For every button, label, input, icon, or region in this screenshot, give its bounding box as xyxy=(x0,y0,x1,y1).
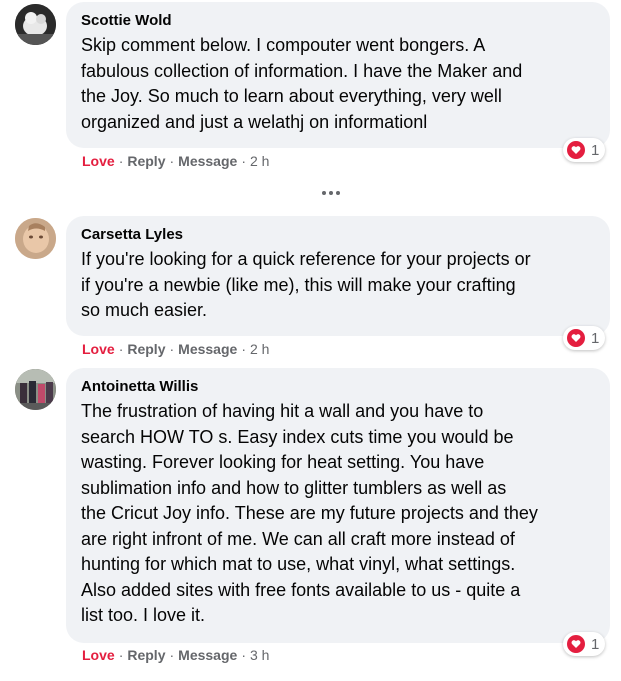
reaction-summary[interactable]: 1 xyxy=(563,632,606,656)
reaction-summary[interactable]: 1 xyxy=(563,326,606,350)
comment-text: Skip comment below. I compouter went bon… xyxy=(81,35,523,132)
timestamp[interactable]: 3 h xyxy=(250,647,269,663)
reaction-count: 1 xyxy=(591,141,600,159)
comment-bubble: Carsetta Lyles If you're looking for a q… xyxy=(66,216,610,336)
reaction-count: 1 xyxy=(591,329,600,347)
comment-actions: Love · Reply · Message · 2 h xyxy=(82,340,269,358)
heart-icon xyxy=(566,634,586,654)
message-button[interactable]: Message xyxy=(178,647,237,663)
reply-button[interactable]: Reply xyxy=(127,341,165,357)
reply-button[interactable]: Reply xyxy=(127,647,165,663)
comment-bubble: Scottie Wold Skip comment below. I compo… xyxy=(66,2,610,148)
comment-author[interactable]: Carsetta Lyles xyxy=(81,225,595,245)
more-horizontal-icon[interactable] xyxy=(318,183,344,203)
separator: · xyxy=(169,341,175,357)
separator: · xyxy=(241,647,246,663)
separator: · xyxy=(118,341,124,357)
reply-button[interactable]: Reply xyxy=(127,153,165,169)
avatar-photo xyxy=(15,218,56,259)
avatar[interactable] xyxy=(15,4,56,45)
comment-actions: Love · Reply · Message · 3 h xyxy=(82,646,269,664)
avatar[interactable] xyxy=(15,369,56,410)
separator: · xyxy=(169,153,175,169)
comment-text: If you're looking for a quick reference … xyxy=(81,249,531,320)
heart-icon xyxy=(566,140,586,160)
comment-author[interactable]: Scottie Wold xyxy=(81,11,595,31)
avatar-photo xyxy=(15,369,56,410)
comment-text: The frustration of having hit a wall and… xyxy=(81,401,538,625)
message-button[interactable]: Message xyxy=(178,341,237,357)
love-button[interactable]: Love xyxy=(82,341,115,357)
heart-icon xyxy=(566,328,586,348)
comment-author[interactable]: Antoinetta Willis xyxy=(81,377,595,397)
love-button[interactable]: Love xyxy=(82,647,115,663)
comment-actions: Love · Reply · Message · 2 h xyxy=(82,152,269,170)
separator: · xyxy=(118,153,124,169)
avatar-photo xyxy=(15,4,56,45)
separator: · xyxy=(241,341,246,357)
timestamp[interactable]: 2 h xyxy=(250,341,269,357)
comment-bubble: Antoinetta Willis The frustration of hav… xyxy=(66,368,610,643)
timestamp[interactable]: 2 h xyxy=(250,153,269,169)
reaction-summary[interactable]: 1 xyxy=(563,138,606,162)
reaction-count: 1 xyxy=(591,635,600,653)
message-button[interactable]: Message xyxy=(178,153,237,169)
separator: · xyxy=(169,647,175,663)
love-button[interactable]: Love xyxy=(82,153,115,169)
separator: · xyxy=(118,647,124,663)
avatar[interactable] xyxy=(15,218,56,259)
separator: · xyxy=(241,153,246,169)
